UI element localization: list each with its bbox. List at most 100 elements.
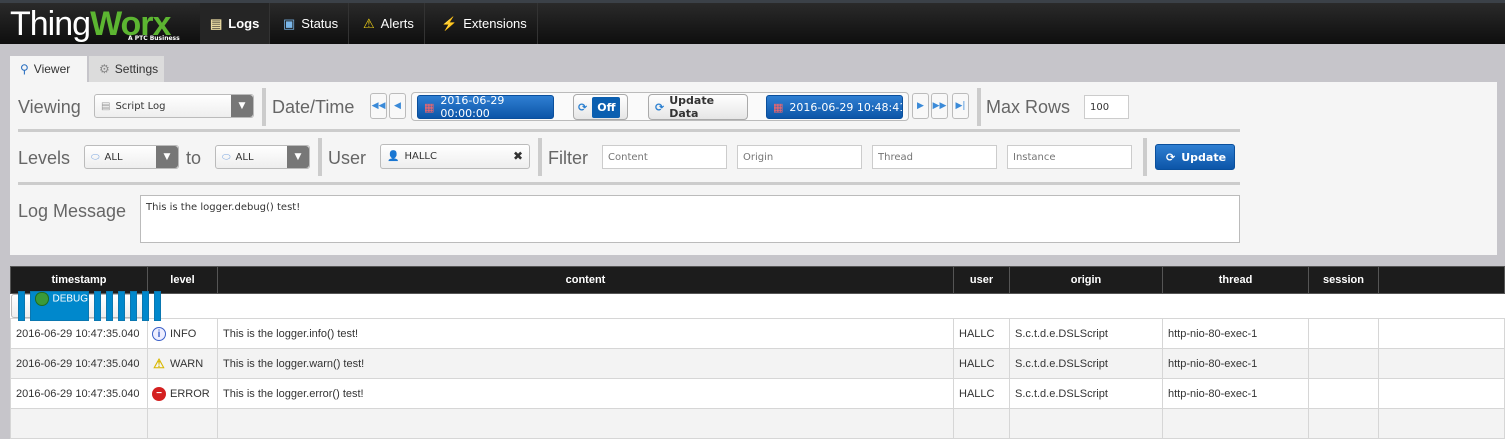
cell-level: ⚠ WARN [147, 348, 218, 379]
user-field[interactable]: 👤 HALLC ✖ [380, 144, 530, 169]
cell-level: i INFO [147, 318, 218, 349]
cell-empty [154, 291, 162, 321]
cell-timestamp: 2016-06-29 10:47:35.040 [10, 318, 148, 349]
origin-filter-input[interactable] [737, 145, 862, 169]
plug-icon: ⚡ [441, 15, 458, 31]
column-header-content[interactable]: content [217, 266, 954, 294]
separator [538, 138, 542, 176]
cell-level: − ERROR [147, 378, 218, 409]
table-row[interactable]: 2016-06-29 10:47:35.040 DEBUG This is th… [10, 291, 162, 321]
max-rows-label: Max Rows [986, 97, 1071, 117]
cell-user: HALLC [106, 291, 114, 321]
table-row[interactable]: 2016-06-29 10:47:35.040 − ERROR This is t… [10, 378, 1505, 409]
magnifier-icon: ⚲ [20, 62, 29, 76]
cell-thread: http-nio-80-exec-1 [130, 291, 138, 321]
cell-user: HALLC [953, 318, 1010, 349]
viewing-select[interactable]: ▤ Script Log ▼ [94, 94, 254, 118]
cell-timestamp: 2016-06-29 10:47:35.040 [17, 291, 25, 321]
clear-icon[interactable]: ✖ [513, 149, 523, 163]
cell-empty [1378, 348, 1505, 379]
tab-viewer[interactable]: ⚲ Viewer [10, 56, 87, 82]
log-message-label: Log Message [18, 201, 127, 221]
level-from-select[interactable]: ⬭ ALL ▼ [84, 145, 179, 169]
last-page-button[interactable]: ▶| [952, 93, 969, 119]
log-grid: timestamp level content user origin thre… [10, 266, 1505, 439]
thread-filter-input[interactable] [872, 145, 997, 169]
cell-thread: http-nio-80-exec-1 [1162, 318, 1309, 349]
calendar-icon: ▦ [773, 100, 784, 114]
content-filter-input[interactable] [602, 145, 727, 169]
divider [18, 182, 1240, 185]
calendar-icon: ▦ [424, 100, 435, 114]
cell-content: This is the logger.info() test! [217, 318, 954, 349]
start-date-picker[interactable]: ▦ 2016-06-29 00:00:00 [417, 94, 554, 120]
cell-content: This is the logger.warn() test! [217, 348, 954, 379]
levels-label: Levels [18, 148, 71, 168]
fast-forward-button[interactable]: ▶▶ [931, 93, 948, 119]
refresh-icon: ⟳ [655, 100, 665, 114]
cell-origin: S.c.t.d.e.DSLScript [1009, 348, 1163, 379]
separator [318, 138, 322, 176]
monitor-icon: ▣ [283, 15, 296, 31]
nav-status[interactable]: ▣ Status [273, 3, 350, 44]
to-label: to [186, 148, 202, 168]
user-icon: 👤 [387, 151, 400, 162]
max-rows-input[interactable] [1084, 95, 1129, 119]
nav-logs[interactable]: ▤ Logs [200, 3, 271, 44]
column-header-timestamp[interactable]: timestamp [10, 266, 148, 294]
table-row[interactable]: 2016-06-29 10:47:35.040 ⚠ WARN This is th… [10, 348, 1505, 379]
chevron-down-icon: ▼ [287, 146, 309, 168]
chevron-down-icon: ▼ [156, 146, 178, 168]
update-button[interactable]: ⟳ Update [1155, 144, 1235, 170]
nav-extensions[interactable]: ⚡ Extensions [431, 3, 538, 44]
cell-origin: S.c.t.d.e.DSLScript [118, 291, 126, 321]
divider [18, 129, 1240, 132]
logo-subtitle: A PTC Business [128, 35, 180, 42]
log-message-textarea[interactable]: This is the logger.debug() test! [140, 195, 1240, 243]
cell-session [1308, 378, 1379, 409]
warning-icon: ⚠ [153, 355, 165, 371]
cell-empty [1378, 318, 1505, 349]
cell-thread: http-nio-80-exec-1 [1162, 348, 1309, 379]
cell-content: This is the logger.debug() test! [94, 291, 102, 321]
instance-filter-input[interactable] [1007, 145, 1132, 169]
refresh-icon: ⟳ [578, 100, 588, 114]
end-date-picker[interactable]: ▦2016-06-29 10:48:41.6 [766, 95, 903, 119]
table-row[interactable]: 2016-06-29 10:47:35.040 i INFO This is th… [10, 318, 1505, 349]
cell-session [1308, 348, 1379, 379]
level-icon: ⬭ [222, 151, 231, 163]
top-bar: ThingWorx A PTC Business ▤ Logs ▣ Status ⚠… [0, 0, 1505, 44]
refresh-icon: ⟳ [1166, 150, 1176, 164]
cell-session [1308, 318, 1379, 349]
error-icon: − [152, 386, 166, 401]
cell-origin: S.c.t.d.e.DSLScript [1009, 378, 1163, 409]
tab-settings[interactable]: ⚙ Settings [89, 56, 164, 82]
filter-label: Filter [548, 148, 588, 168]
column-header-session[interactable]: session [1308, 266, 1379, 294]
datetime-label: Date/Time [272, 97, 355, 117]
nav-alerts[interactable]: ⚠ Alerts [353, 3, 425, 44]
next-button[interactable]: ▶ [912, 93, 929, 119]
table-row [10, 408, 1505, 439]
column-header-origin[interactable]: origin [1009, 266, 1163, 294]
level-to-select[interactable]: ⬭ ALL ▼ [215, 145, 310, 169]
cell-timestamp: 2016-06-29 10:47:35.040 [10, 348, 148, 379]
first-page-button[interactable]: ◀◀ [370, 93, 387, 119]
column-header-user[interactable]: user [953, 266, 1010, 294]
separator [1143, 138, 1147, 176]
cell-timestamp: 2016-06-29 10:47:35.040 [10, 378, 148, 409]
cell-level: DEBUG [29, 291, 90, 321]
column-header-thread[interactable]: thread [1162, 266, 1309, 294]
auto-refresh-toggle[interactable]: ⟳ Off [573, 94, 628, 120]
cell-content: This is the logger.error() test! [217, 378, 954, 409]
warning-icon: ⚠ [363, 15, 375, 31]
viewing-label: Viewing [18, 97, 81, 117]
prev-button[interactable]: ◀ [389, 93, 406, 119]
cell-session [142, 291, 150, 321]
cell-thread: http-nio-80-exec-1 [1162, 378, 1309, 409]
update-data-button[interactable]: ⟳ Update Data [648, 94, 748, 120]
cell-origin: S.c.t.d.e.DSLScript [1009, 318, 1163, 349]
column-header-level[interactable]: level [147, 266, 218, 294]
cell-user: HALLC [953, 378, 1010, 409]
cell-empty [1378, 378, 1505, 409]
